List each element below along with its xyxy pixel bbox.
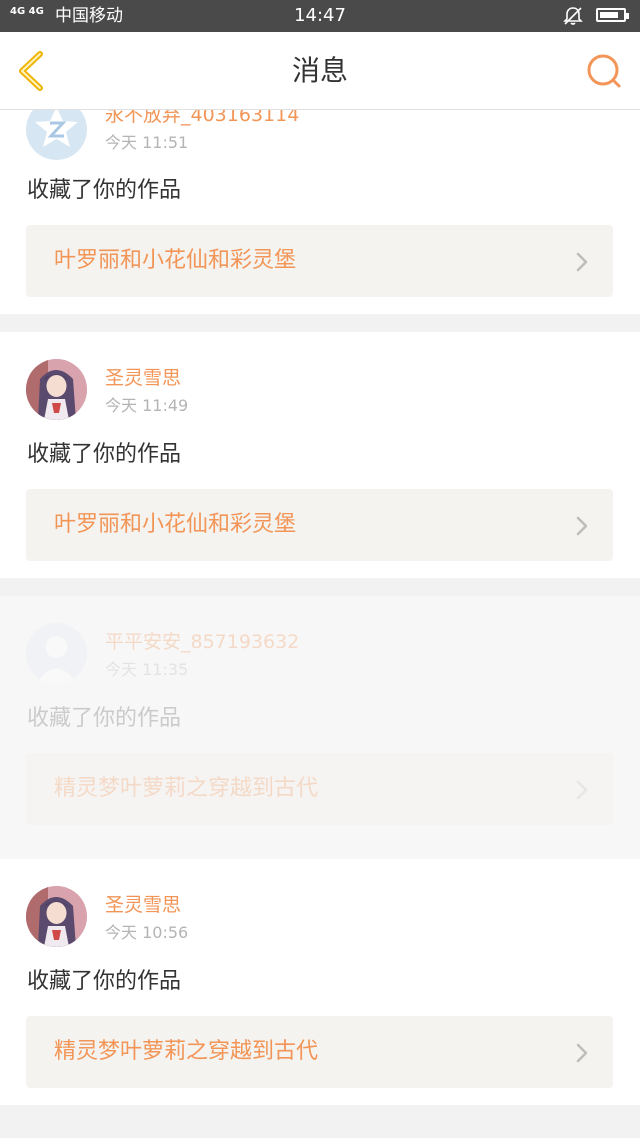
work-link[interactable]: 叶罗丽和小花仙和彩灵堡 <box>26 225 613 297</box>
chevron-right-icon <box>576 516 588 536</box>
message-time: 今天 11:35 <box>105 660 189 679</box>
bell-muted-icon <box>563 7 583 25</box>
work-title: 精灵梦叶萝莉之穿越到古代 <box>54 776 319 801</box>
chevron-right-icon <box>576 252 588 272</box>
back-chevron-icon[interactable] <box>14 50 50 92</box>
anime-girl-avatar[interactable] <box>26 359 87 420</box>
work-link[interactable]: 叶罗丽和小花仙和彩灵堡 <box>26 489 613 561</box>
message-card[interactable]: 圣灵雪思 今天 11:49 收藏了你的作品 叶罗丽和小花仙和彩灵堡 <box>0 332 640 578</box>
chevron-right-icon <box>576 780 588 800</box>
message-time: 今天 11:51 <box>105 133 189 152</box>
anime-girl-avatar[interactable] <box>26 886 87 947</box>
message-time: 今天 10:56 <box>105 923 189 942</box>
work-title: 叶罗丽和小花仙和彩灵堡 <box>54 248 297 273</box>
action-text: 收藏了你的作品 <box>27 178 182 203</box>
work-title: 精灵梦叶萝莉之穿越到古代 <box>54 1039 319 1064</box>
battery-icon <box>596 8 629 22</box>
anime-girl-avatar-image <box>26 359 87 420</box>
message-card-disabled[interactable]: 平平安安_857193632 今天 11:35 收藏了你的作品 精灵梦叶萝莉之穿… <box>0 596 640 859</box>
nav-bar: 消息 <box>0 32 640 110</box>
page-title: 消息 <box>291 54 348 87</box>
chevron-right-icon <box>576 1043 588 1063</box>
message-time: 今天 11:49 <box>105 396 189 415</box>
anime-girl-avatar-image <box>26 886 87 947</box>
default-person-avatar-icon[interactable] <box>26 623 87 684</box>
action-text: 收藏了你的作品 <box>27 706 182 731</box>
search-icon[interactable] <box>584 52 624 92</box>
username-link[interactable]: 圣灵雪思 <box>105 366 181 390</box>
message-card[interactable]: 圣灵雪思 今天 10:56 收藏了你的作品 精灵梦叶萝莉之穿越到古代 <box>0 859 640 1105</box>
action-text: 收藏了你的作品 <box>27 969 182 994</box>
clock: 14:47 <box>294 5 346 26</box>
action-text: 收藏了你的作品 <box>27 442 182 467</box>
username-link[interactable]: 平平安安_857193632 <box>105 630 299 654</box>
work-link[interactable]: 精灵梦叶萝莉之穿越到古代 <box>26 1016 613 1088</box>
status-bar: 4G 4G 中国移动 14:47 <box>0 0 640 32</box>
person-silhouette-icon <box>36 636 77 684</box>
username-link[interactable]: 圣灵雪思 <box>105 893 181 917</box>
work-title: 叶罗丽和小花仙和彩灵堡 <box>54 512 297 537</box>
work-link[interactable]: 精灵梦叶萝莉之穿越到古代 <box>26 753 613 825</box>
